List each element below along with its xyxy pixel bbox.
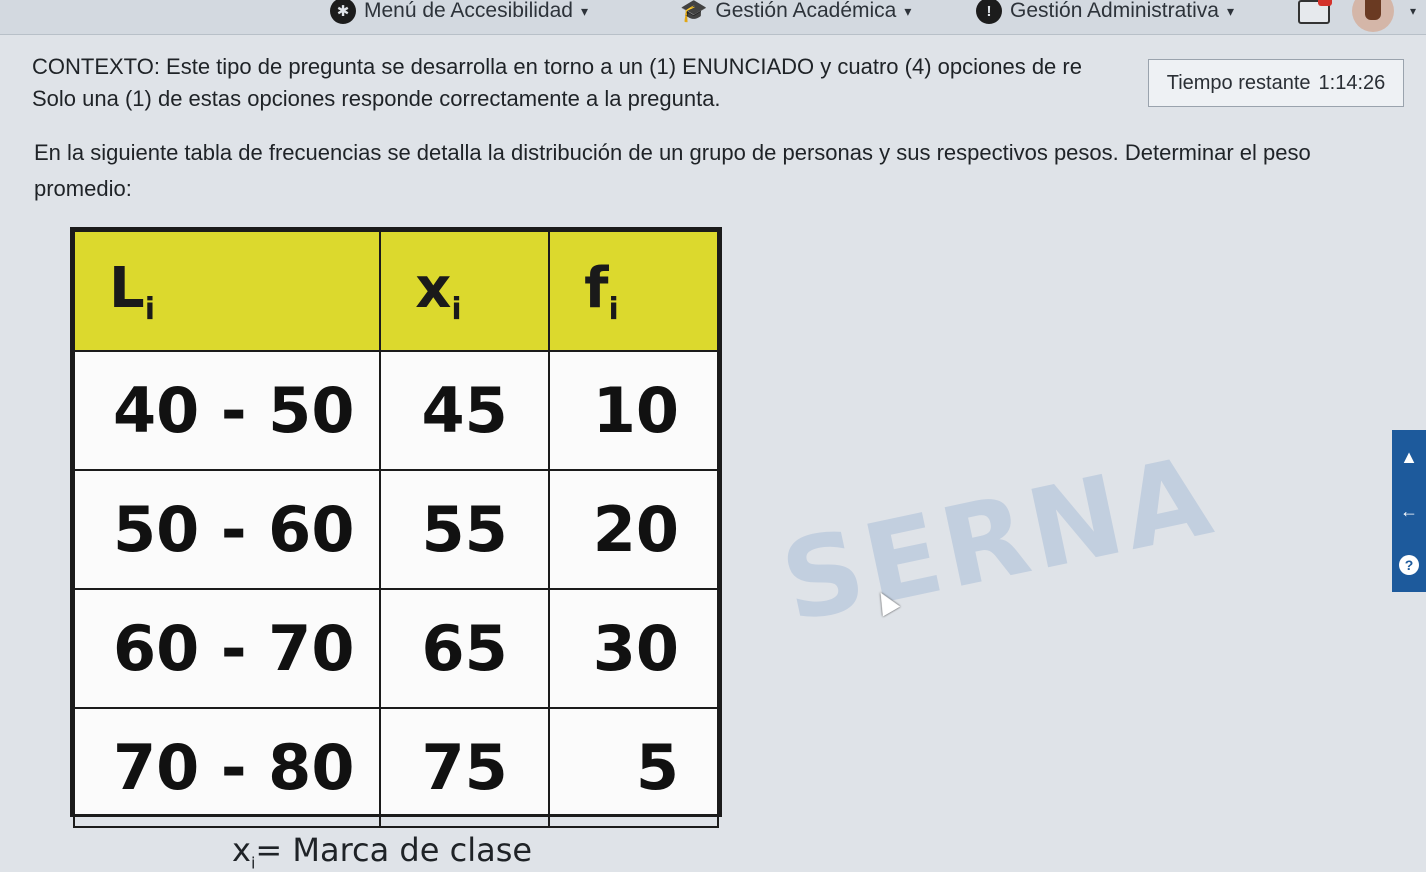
context-text: CONTEXTO: Este tipo de pregunta se desar… bbox=[32, 51, 1142, 115]
watermark: SERNA bbox=[771, 431, 1225, 647]
frequency-table: Li xi fi 40 - 50 45 10 50 - 60 55 20 60 … bbox=[70, 227, 722, 828]
accessibility-icon: ✱ bbox=[330, 0, 356, 24]
user-avatar[interactable] bbox=[1352, 0, 1394, 32]
header-li: Li bbox=[72, 230, 382, 352]
academic-menu-label: Gestión Académica bbox=[715, 0, 897, 22]
arrow-left-icon[interactable]: ← bbox=[1400, 501, 1418, 522]
chevron-down-icon: ▾ bbox=[1226, 2, 1234, 19]
cell-li: 60 - 70 bbox=[72, 588, 382, 709]
cell-xi: 75 bbox=[379, 707, 551, 828]
graduation-cap-icon: 🎓 bbox=[680, 0, 708, 23]
cell-xi: 45 bbox=[379, 350, 551, 471]
cell-fi: 10 bbox=[548, 350, 719, 471]
side-toolbar: ▲ ← ? bbox=[1392, 430, 1426, 592]
timer-value: 1:14:26 bbox=[1318, 71, 1386, 94]
cell-fi: 5 bbox=[548, 707, 719, 828]
accessibility-menu-label: Menú de Accesibilidad bbox=[364, 0, 573, 22]
cell-li: 40 - 50 bbox=[72, 350, 382, 471]
notification-badge bbox=[1318, 0, 1332, 6]
cell-xi: 55 bbox=[379, 469, 551, 590]
table-row: 60 - 70 65 30 bbox=[72, 588, 719, 709]
header-fi: fi bbox=[548, 230, 719, 352]
administrative-menu[interactable]: ! Gestión Administrativa ▾ bbox=[976, 0, 1234, 26]
chevron-down-icon[interactable]: ▾ bbox=[1410, 4, 1416, 18]
academic-menu[interactable]: 🎓 Gestión Académica ▾ bbox=[680, 0, 911, 26]
context-line-2: Solo una (1) de estas opciones responde … bbox=[32, 86, 721, 111]
time-remaining-box: Tiempo restante 1:14:26 bbox=[1148, 59, 1404, 107]
quiz-content: CONTEXTO: Este tipo de pregunta se desar… bbox=[0, 35, 1426, 872]
chevron-down-icon: ▾ bbox=[904, 2, 912, 19]
question-text: En la siguiente tabla de frecuencias se … bbox=[34, 140, 1311, 201]
timer-label: Tiempo restante bbox=[1166, 71, 1311, 94]
header-xi: xi bbox=[379, 230, 551, 352]
arrow-up-icon[interactable]: ▲ bbox=[1400, 447, 1418, 468]
table-row: 50 - 60 55 20 bbox=[72, 469, 719, 590]
chevron-down-icon: ▾ bbox=[580, 2, 588, 19]
accessibility-menu[interactable]: ✱ Menú de Accesibilidad ▾ bbox=[330, 0, 588, 26]
table-header-row: Li xi fi bbox=[72, 230, 719, 352]
context-line-1: CONTEXTO: Este tipo de pregunta se desar… bbox=[32, 54, 1082, 79]
cell-fi: 20 bbox=[548, 469, 719, 590]
cell-xi: 65 bbox=[379, 588, 551, 709]
top-navigation-bar: ✱ Menú de Accesibilidad ▾ 🎓 Gestión Acad… bbox=[0, 0, 1426, 35]
note-text: = Marca de clase bbox=[255, 831, 533, 869]
cell-li: 70 - 80 bbox=[72, 707, 382, 828]
cell-fi: 30 bbox=[548, 588, 719, 709]
note-symbol: x bbox=[232, 831, 251, 869]
table-row: 40 - 50 45 10 bbox=[72, 350, 719, 471]
administrative-menu-label: Gestión Administrativa bbox=[1010, 0, 1219, 22]
question-icon[interactable]: ? bbox=[1399, 555, 1419, 576]
table-row: 70 - 80 75 5 bbox=[72, 707, 719, 828]
info-icon: ! bbox=[976, 0, 1002, 24]
class-mark-note: xi= Marca de clase bbox=[232, 831, 532, 872]
cell-li: 50 - 60 bbox=[72, 469, 382, 590]
